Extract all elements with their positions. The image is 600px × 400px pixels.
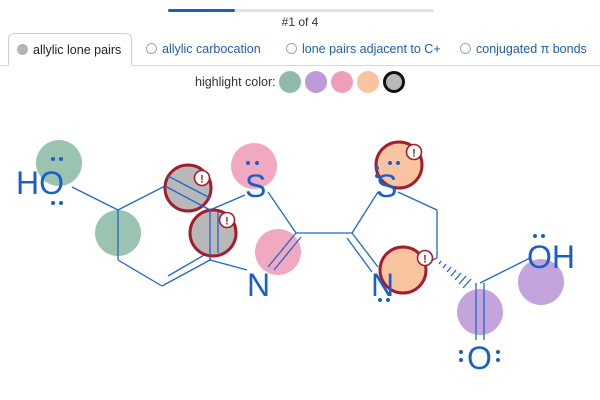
svg-text:!: ! (225, 216, 229, 228)
tab-label: conjugated π bonds (476, 41, 587, 56)
atom-s1[interactable]: S (245, 168, 266, 204)
molecule-canvas[interactable]: ! ! ! ! HO S N S N OH O (0, 95, 600, 400)
atom-n2[interactable]: N (371, 267, 394, 303)
swatch-orange[interactable] (357, 71, 379, 93)
swatch-purple[interactable] (305, 71, 327, 93)
tab-label: lone pairs adjacent to C+ (302, 41, 441, 56)
tab-label: allylic carbocation (162, 41, 261, 56)
svg-text:!: ! (412, 148, 416, 160)
highlight-color-row: highlight color: (0, 70, 600, 94)
tab-allylic-carbocation[interactable]: allylic carbocation (146, 33, 261, 64)
hashed-wedge (438, 260, 472, 289)
tab-conjugated-pi-bonds[interactable]: conjugated π bonds (460, 33, 587, 64)
warning-icon: ! (405, 143, 423, 161)
progress-bar-fill (168, 9, 235, 12)
swatch-pink[interactable] (331, 71, 353, 93)
tab-lone-pairs-adjacent[interactable]: lone pairs adjacent to C+ (286, 33, 441, 64)
tab-label: allylic lone pairs (33, 42, 122, 57)
svg-text:!: ! (200, 174, 204, 186)
radio-icon (460, 43, 471, 54)
tab-bar: allylic lone pairs allylic carbocation l… (0, 33, 600, 66)
radio-icon (17, 44, 28, 55)
swatch-green[interactable] (279, 71, 301, 93)
highlight-color-label: highlight color: (195, 75, 276, 89)
highlight-carbonyl-purple[interactable] (457, 289, 503, 335)
radio-icon (286, 43, 297, 54)
question-counter: #1 of 4 (281, 15, 319, 29)
radio-icon (146, 43, 157, 54)
atom-oh[interactable]: OH (527, 239, 575, 275)
swatch-gray[interactable] (383, 71, 405, 93)
atom-o[interactable]: O (467, 340, 492, 376)
progress-bar (168, 9, 434, 12)
warning-icon: ! (218, 211, 236, 229)
atom-n1[interactable]: N (247, 267, 270, 303)
atom-ho[interactable]: HO (16, 165, 64, 201)
svg-text:!: ! (423, 254, 427, 266)
atom-s2[interactable]: S (376, 168, 397, 204)
warning-icon: ! (416, 249, 434, 267)
warning-icon: ! (193, 169, 211, 187)
tab-allylic-lone-pairs[interactable]: allylic lone pairs (8, 33, 133, 66)
